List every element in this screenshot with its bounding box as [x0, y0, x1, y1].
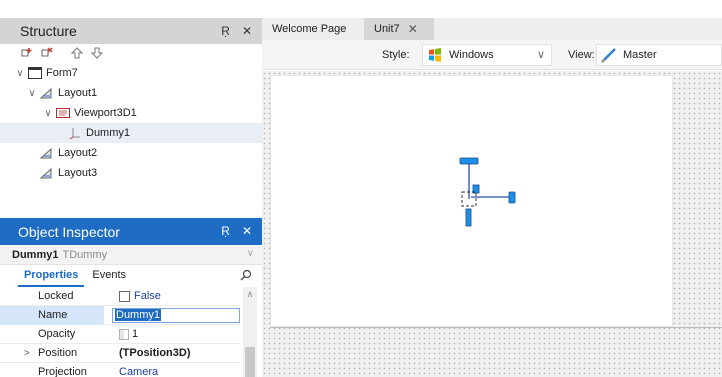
search-icon[interactable] [240, 269, 252, 284]
add-item-icon[interactable] [20, 46, 34, 60]
chevron-down-icon[interactable]: ∨ [42, 108, 54, 119]
name-input-selection: Dummy1 [115, 309, 162, 321]
scroll-up-icon[interactable]: ∧ [243, 287, 257, 301]
tree-item-viewport3d1[interactable]: ∨ Viewport3D1 [42, 103, 290, 123]
object-selector[interactable]: Dummy1 TDummy ∨ [0, 245, 262, 265]
property-grid: Locked False Name Dummy1 Opacity 1 > Pos… [0, 287, 262, 377]
gizmo-y-handle [459, 157, 479, 165]
move-down-icon[interactable] [90, 46, 104, 60]
close-icon[interactable]: ✕ [242, 224, 252, 238]
chevron-down-icon[interactable]: ∨ [247, 248, 254, 259]
property-row-locked[interactable]: Locked False [0, 287, 240, 306]
form-canvas[interactable] [270, 75, 673, 327]
layout-icon [40, 87, 54, 99]
tab-unit7[interactable]: Unit7 ✕ [364, 18, 434, 40]
property-name: Name [0, 305, 104, 325]
gizmo-x-handle [508, 191, 516, 204]
property-value[interactable]: Camera [111, 363, 240, 377]
property-value[interactable]: False [111, 287, 240, 306]
view-value: Master [623, 49, 657, 61]
remove-item-icon[interactable] [40, 46, 54, 60]
tree-item-label: Viewport3D1 [74, 107, 137, 119]
name-input[interactable]: Dummy1 [112, 307, 240, 323]
form-icon [28, 67, 42, 79]
title-strip [0, 0, 722, 13]
chevron-down-icon[interactable]: ∨ [537, 48, 545, 61]
style-value: Windows [449, 49, 494, 61]
move-up-icon[interactable] [70, 46, 84, 60]
property-value[interactable]: Dummy1 [104, 306, 240, 325]
windows-logo-icon [427, 47, 443, 63]
viewport-icon [56, 107, 70, 119]
structure-toolbar [0, 44, 262, 62]
tab-welcome-page[interactable]: Welcome Page [262, 18, 364, 40]
dummy-gizmo[interactable] [459, 154, 529, 234]
structure-header: Structure Ṛ ✕ [0, 18, 262, 44]
structure-tree: ∨ Form7 ∨ Layout1 ∨ Viewport3D1 Dummy1 L… [0, 63, 262, 213]
tree-item-label: Form7 [46, 67, 78, 79]
structure-title: Structure [20, 23, 77, 39]
dummy-icon [68, 127, 82, 139]
property-row-projection[interactable]: Projection Camera [0, 363, 240, 377]
style-select[interactable]: Windows ∨ [422, 44, 552, 66]
property-name: Locked [38, 289, 74, 302]
tree-item-label: Layout3 [58, 167, 98, 179]
document-tab-bar: Welcome Page Unit7 ✕ [262, 18, 722, 40]
property-name: Projection [38, 365, 87, 377]
property-row-name[interactable]: Name Dummy1 [0, 305, 240, 325]
pin-icon[interactable]: Ṛ [221, 224, 230, 238]
tab-label: Welcome Page [272, 23, 347, 35]
gizmo-bottom-handle [465, 208, 472, 227]
property-value[interactable]: 1 [111, 325, 240, 344]
layout-icon [40, 147, 54, 159]
scrollbar-thumb[interactable] [245, 347, 255, 377]
close-icon[interactable]: ✕ [408, 18, 418, 40]
locked-checkbox[interactable] [119, 290, 130, 302]
object-inspector-header: Object Inspector Ṛ ✕ [0, 218, 262, 245]
master-view-icon [601, 47, 617, 63]
tab-events[interactable]: Events [84, 267, 134, 287]
tree-item-layout3[interactable]: Layout3 [38, 163, 286, 183]
tab-properties[interactable]: Properties [18, 267, 85, 287]
property-name: Opacity [38, 327, 76, 340]
object-inspector-title: Object Inspector [18, 223, 120, 240]
designer-toolbar: Style: Windows ∨ View: Master [262, 40, 722, 70]
tab-label: Unit7 [374, 23, 400, 35]
tree-item-layout2[interactable]: Layout2 [38, 143, 286, 163]
inspector-tabs: Properties Events [0, 265, 262, 287]
property-name-text: Position [38, 346, 78, 359]
design-surface[interactable] [262, 71, 722, 377]
layout-icon [40, 167, 54, 179]
close-icon[interactable]: ✕ [242, 24, 252, 38]
object-name: Dummy1 [12, 248, 59, 261]
tree-item-form7[interactable]: ∨ Form7 [14, 63, 262, 83]
chevron-right-icon[interactable]: > [24, 344, 30, 363]
property-value-text: False [134, 290, 161, 302]
view-label: View: [568, 49, 595, 61]
view-select[interactable]: Master [596, 44, 722, 66]
tree-item-layout1[interactable]: ∨ Layout1 [26, 83, 274, 103]
property-name: > Position [0, 344, 111, 363]
property-value-text: 1 [132, 328, 139, 340]
property-grid-scrollbar[interactable]: ∧ [243, 287, 257, 377]
object-type: TDummy [62, 248, 108, 261]
tree-item-label: Dummy1 [86, 127, 131, 139]
property-row-opacity[interactable]: Opacity 1 [0, 325, 240, 344]
form-edge [270, 327, 722, 328]
tree-item-dummy1[interactable]: Dummy1 [0, 123, 262, 143]
property-value[interactable]: (TPosition3D) [111, 344, 240, 363]
tree-item-label: Layout2 [58, 147, 98, 159]
opacity-icon [119, 328, 129, 340]
chevron-down-icon[interactable]: ∨ [26, 88, 38, 99]
style-label: Style: [382, 49, 410, 61]
chevron-down-icon[interactable]: ∨ [14, 68, 26, 79]
property-row-position[interactable]: > Position (TPosition3D) [0, 344, 240, 363]
pin-icon[interactable]: Ṛ [221, 24, 230, 38]
tree-item-label: Layout1 [58, 87, 98, 99]
